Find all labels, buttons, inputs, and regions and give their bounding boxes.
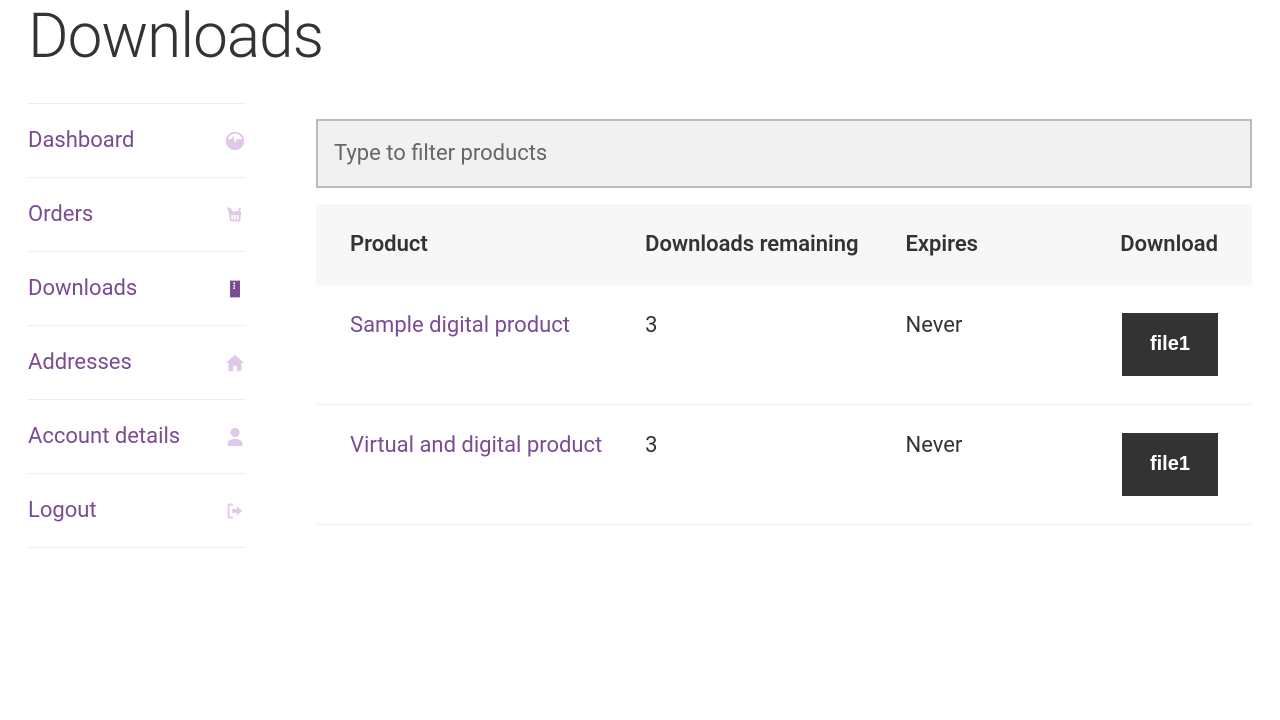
table-row: Virtual and digital product 3 Never file… [316,405,1252,525]
product-link[interactable]: Virtual and digital product [350,433,602,458]
sidebar-item-label: Account details [28,424,180,449]
sidebar-link-logout[interactable]: Logout [28,474,246,547]
filter-input[interactable] [316,119,1252,188]
archive-icon [224,278,246,300]
sidebar-item-label: Orders [28,202,93,227]
sidebar-item-label: Downloads [28,276,137,301]
user-icon [224,426,246,448]
cell-product: Virtual and digital product [350,433,645,458]
th-expires: Expires [906,232,1045,257]
th-remaining: Downloads remaining [645,232,905,257]
basket-icon [224,204,246,226]
sidebar-item-downloads: Downloads [28,251,246,325]
home-icon [224,352,246,374]
download-button[interactable]: file1 [1122,313,1218,376]
signout-icon [224,500,246,522]
sidebar-link-downloads[interactable]: Downloads [28,252,246,325]
cell-expires: Never [906,433,1045,458]
cell-remaining: 3 [645,313,905,338]
sidebar-item-orders: Orders [28,177,246,251]
sidebar-item-label: Addresses [28,350,132,375]
product-link[interactable]: Sample digital product [350,313,570,338]
sidebar-item-label: Dashboard [28,128,134,153]
table-row: Sample digital product 3 Never file1 [316,285,1252,405]
th-product: Product [350,232,645,257]
cell-download: file1 [1044,433,1218,496]
sidebar-link-orders[interactable]: Orders [28,178,246,251]
table-header: Product Downloads remaining Expires Down… [316,204,1252,285]
cell-download: file1 [1044,313,1218,376]
th-download: Download [1044,232,1218,257]
sidebar-link-dashboard[interactable]: Dashboard [28,104,246,177]
dashboard-icon [224,130,246,152]
sidebar-item-addresses: Addresses [28,325,246,399]
sidebar-link-addresses[interactable]: Addresses [28,326,246,399]
sidebar-item-account-details: Account details [28,399,246,473]
download-button[interactable]: file1 [1122,433,1218,496]
cell-expires: Never [906,313,1045,338]
downloads-table: Product Downloads remaining Expires Down… [316,204,1252,525]
cell-remaining: 3 [645,433,905,458]
main-content: Product Downloads remaining Expires Down… [316,103,1252,548]
sidebar-item-label: Logout [28,498,97,523]
sidebar-item-logout: Logout [28,473,246,548]
account-nav: Dashboard Orders [28,103,246,548]
page-title: Downloads [28,0,1252,73]
sidebar-link-account-details[interactable]: Account details [28,400,246,473]
sidebar-item-dashboard: Dashboard [28,103,246,177]
cell-product: Sample digital product [350,313,645,338]
